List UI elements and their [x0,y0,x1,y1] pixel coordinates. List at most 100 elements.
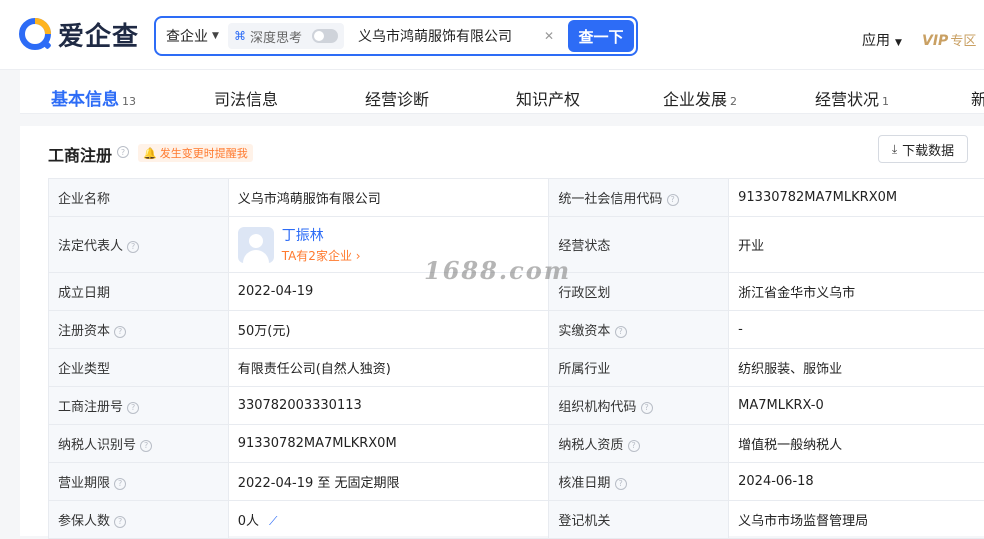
field-value: 义乌市市场监督管理局 [729,501,984,539]
legal-rep-name-link[interactable]: 丁振林 [282,225,361,245]
value-text: 2022-04-19 [238,284,314,299]
label-text: 实缴资本 [558,324,610,339]
tab-business-diagnosis[interactable]: 经营诊断 [365,86,429,110]
help-icon[interactable]: ? [117,146,129,158]
tab-intellectual-property[interactable]: 知识产权 [516,86,580,110]
toggle-switch[interactable] [312,29,338,43]
field-label: 登记机关 [549,501,729,539]
vip-zone-link[interactable]: VIP专区 [922,30,976,49]
tab-operations[interactable]: 经营状况1 [815,86,889,110]
label-text: 经营状态 [558,239,610,254]
tab-more[interactable]: 新 [971,86,984,110]
field-label: 工商注册号 ? [49,387,229,425]
download-data-button[interactable]: ⤓ 下载数据 [878,135,968,163]
tab-count: 1 [882,95,889,108]
change-alert-label: 发生变更时提醒我 [160,145,248,161]
help-icon[interactable]: ? [615,478,627,490]
label-text: 工商注册号 [58,400,123,415]
tab-label: 经营诊断 [365,90,429,109]
section-tabs: 基本信息13 司法信息 经营诊断 知识产权 企业发展2 经营状况1 新 [20,70,984,114]
field-label: 统一社会信用代码 ? [549,179,729,217]
help-icon[interactable]: ? [628,440,640,452]
label-text: 营业期限 [58,476,110,491]
value-text: 有限责任公司(自然人独资) [238,362,391,377]
search-button[interactable]: 查一下 [568,20,634,52]
field-label: 所属行业 [549,349,729,387]
value-text: 纺织服装、服饰业 [738,362,842,377]
field-value: 开业 [729,217,984,273]
field-value: 纺织服装、服饰业 [729,349,984,387]
label-text: 成立日期 [58,286,110,301]
help-icon[interactable]: ? [114,516,126,528]
tab-count: 13 [122,95,136,108]
section-title: 工商注册 [48,142,112,166]
help-icon[interactable]: ? [127,402,139,414]
search-input[interactable]: 义乌市鸿萌服饰有限公司 [358,26,544,46]
tab-basic-info[interactable]: 基本信息13 [51,85,136,110]
clear-icon[interactable]: ✕ [544,29,554,43]
tab-label: 经营状况 [815,90,879,109]
table-row: 参保人数 ? 0人⟋ 登记机关 义乌市市场监督管理局 [49,501,984,539]
field-value: 增值税一般纳税人 [729,425,984,463]
label-text: 企业类型 [58,362,110,377]
field-label: 参保人数 ? [49,501,229,539]
change-alert-button[interactable]: 🔔 发生变更时提醒我 [138,144,253,162]
field-value: 91330782MA7MLKRX0M [228,425,549,463]
label-text: 注册资本 [58,324,110,339]
deep-think-label: 深度思考 [250,27,302,46]
help-icon[interactable]: ? [615,326,627,338]
label-text: 参保人数 [58,514,110,529]
legal-rep-companies-link[interactable]: TA有2家企业 › [282,247,361,264]
search-scope-select[interactable]: 查企业 ▼ [156,26,222,46]
value-text: 2024-06-18 [738,474,814,489]
label-text: 统一社会信用代码 [558,192,662,207]
help-icon[interactable]: ? [127,241,139,253]
trend-chart-icon[interactable]: ⟋ [269,514,277,528]
field-label: 经营状态 [549,217,729,273]
top-bar: 爱企查 查企业 ▼ ⌘ 深度思考 义乌市鸿萌服饰有限公司 ✕ 查一下 应用 ▼ V… [0,0,984,70]
logo[interactable]: 爱企查 [18,16,139,53]
field-value: 2022-04-19 至 无固定期限 [228,463,549,501]
field-value: 浙江省金华市义乌市 [729,273,984,311]
help-icon[interactable]: ? [641,402,653,414]
bell-icon: 🔔 [143,147,157,160]
avatar[interactable] [238,227,274,263]
tab-development[interactable]: 企业发展2 [663,86,737,110]
registration-panel: 工商注册 ? 🔔 发生变更时提醒我 ⤓ 下载数据 企业名称 义乌市鸿萌服饰有限公… [20,126,984,536]
field-label: 纳税人资质 ? [549,425,729,463]
value-text: 91330782MA7MLKRX0M [738,190,897,205]
logo-text: 爱企查 [58,16,139,53]
logo-icon [18,17,54,53]
field-label: 行政区划 [549,273,729,311]
field-label: 实缴资本 ? [549,311,729,349]
help-icon[interactable]: ? [667,194,679,206]
value-text: 330782003330113 [238,398,362,413]
label-text: 核准日期 [558,476,610,491]
field-label: 核准日期 ? [549,463,729,501]
value-text: 义乌市鸿萌服饰有限公司 [238,192,381,207]
label-text: 行政区划 [558,286,610,301]
value-text: 增值税一般纳税人 [738,438,842,453]
value-text: - [738,322,743,337]
value-text: 开业 [738,239,764,254]
table-row: 企业名称 义乌市鸿萌服饰有限公司 统一社会信用代码 ? 91330782MA7M… [49,179,984,217]
deep-think-icon: ⌘ [234,29,246,43]
help-icon[interactable]: ? [114,326,126,338]
tab-label: 司法信息 [214,90,278,109]
value-text: MA7MLKRX-0 [738,398,824,413]
field-label: 纳税人识别号 ? [49,425,229,463]
table-row: 纳税人识别号 ? 91330782MA7MLKRX0M 纳税人资质 ? 增值税一… [49,425,984,463]
field-value: 91330782MA7MLKRX0M [729,179,984,217]
deep-think-toggle[interactable]: ⌘ 深度思考 [228,23,344,49]
caret-down-icon: ▼ [895,38,902,48]
apps-label: 应用 [862,33,890,49]
help-icon[interactable]: ? [140,440,152,452]
label-text: 所属行业 [558,362,610,377]
help-icon[interactable]: ? [114,478,126,490]
field-label: 注册资本 ? [49,311,229,349]
value-text: 义乌市市场监督管理局 [738,514,868,529]
field-label: 营业期限 ? [49,463,229,501]
apps-menu[interactable]: 应用 ▼ [862,30,902,50]
caret-down-icon: ▼ [212,31,219,41]
tab-judicial-info[interactable]: 司法信息 [214,86,278,110]
